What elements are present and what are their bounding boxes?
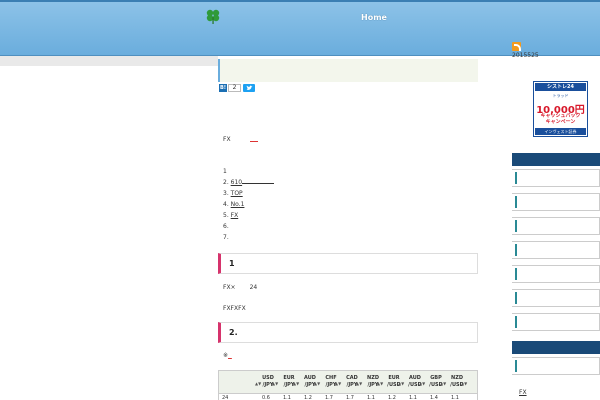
table-cell: 1.7 — [325, 395, 333, 400]
sort-icon[interactable]: ▲▼ — [440, 381, 446, 386]
section-1-text: FX× 24 — [223, 284, 258, 291]
toc-item[interactable]: 7. — [223, 234, 229, 242]
hatena-bookmark-button[interactable]: B! — [219, 84, 227, 92]
banner-bottom: インヴェスト証券 — [535, 128, 586, 135]
sidebar-item[interactable] — [512, 241, 600, 259]
sidebar-item[interactable] — [512, 313, 600, 331]
toc-item[interactable]: 6. — [223, 223, 229, 231]
toc-item[interactable]: 3. TOP — [223, 190, 243, 198]
left-gray-band — [0, 56, 218, 66]
section-1-heading: 1 — [218, 253, 478, 274]
tweet-button[interactable] — [243, 84, 255, 92]
toc-item[interactable]: 4. No.1 — [223, 201, 244, 209]
table-cell: 1.4 — [430, 395, 438, 400]
sort-icon[interactable]: ▲▼ — [461, 381, 467, 386]
sidebar-heading — [512, 153, 600, 166]
sidebar-fx-link[interactable]: FX — [519, 389, 527, 396]
toc-item[interactable]: 5. FX — [223, 212, 238, 220]
toc-item[interactable]: 2. 610 — [223, 179, 275, 187]
banner-sub: トラッド — [552, 93, 569, 98]
sort-icon[interactable]: ▲▼ — [419, 381, 425, 386]
rss-date: 2015525 — [512, 52, 539, 59]
table-cell: 1.7 — [346, 395, 354, 400]
sidebar-item[interactable] — [512, 289, 600, 307]
site-header: Home — [0, 0, 600, 56]
sort-icon[interactable]: ▲▼ — [314, 381, 320, 386]
twitter-bird-icon — [246, 85, 252, 90]
section-1-text-2: FXFXFX — [223, 305, 246, 312]
systrade24-ad-banner[interactable]: シストレ24 トラッド 10,000円 キャッシュバック キャンペーン インヴェス… — [533, 81, 588, 137]
nav-home-link[interactable]: Home — [361, 13, 387, 22]
clover-icon[interactable] — [205, 8, 221, 24]
intro-red-link[interactable] — [250, 139, 258, 142]
header-top-line — [0, 0, 600, 2]
banner-cashback: キャッシュバック キャンペーン — [540, 113, 581, 125]
table-cell: 1.1 — [409, 395, 417, 400]
sort-icon[interactable]: ▲▼ — [398, 381, 404, 386]
rss-icon[interactable] — [512, 42, 521, 51]
sidebar-item[interactable] — [512, 193, 600, 211]
hatena-count: 2 — [228, 84, 241, 92]
sort-icon[interactable]: ▲▼ — [293, 381, 299, 386]
sort-icon[interactable]: ▲▼ — [335, 381, 341, 386]
sidebar-item[interactable] — [512, 357, 600, 375]
sort-icon[interactable]: ▲▼ — [272, 381, 278, 386]
article-title-box — [218, 59, 478, 82]
banner-title: シストレ24 — [535, 83, 586, 91]
intro-text: FX — [223, 136, 231, 143]
table-cell: 1.2 — [388, 395, 396, 400]
sort-icon[interactable]: ▲▼ — [377, 381, 383, 386]
section-2-note: ※​ — [223, 352, 232, 359]
table-cell: 1.1 — [283, 395, 291, 400]
table-cell: 1.2 — [304, 395, 312, 400]
note-link[interactable]: ​ — [228, 352, 232, 359]
toc-item[interactable]: 1 — [223, 168, 227, 176]
row-label: 24 — [222, 395, 229, 400]
table-cell: 0.6 — [262, 395, 270, 400]
sidebar-heading-2 — [512, 341, 600, 354]
table-cell: 1.1 — [451, 395, 459, 400]
table-cell: 1.1 — [367, 395, 375, 400]
sidebar-item[interactable] — [512, 217, 600, 235]
sidebar-item[interactable] — [512, 169, 600, 187]
section-2-heading: 2. — [218, 322, 478, 343]
sort-icon[interactable]: ▲▼ — [356, 381, 362, 386]
sidebar-item[interactable] — [512, 265, 600, 283]
